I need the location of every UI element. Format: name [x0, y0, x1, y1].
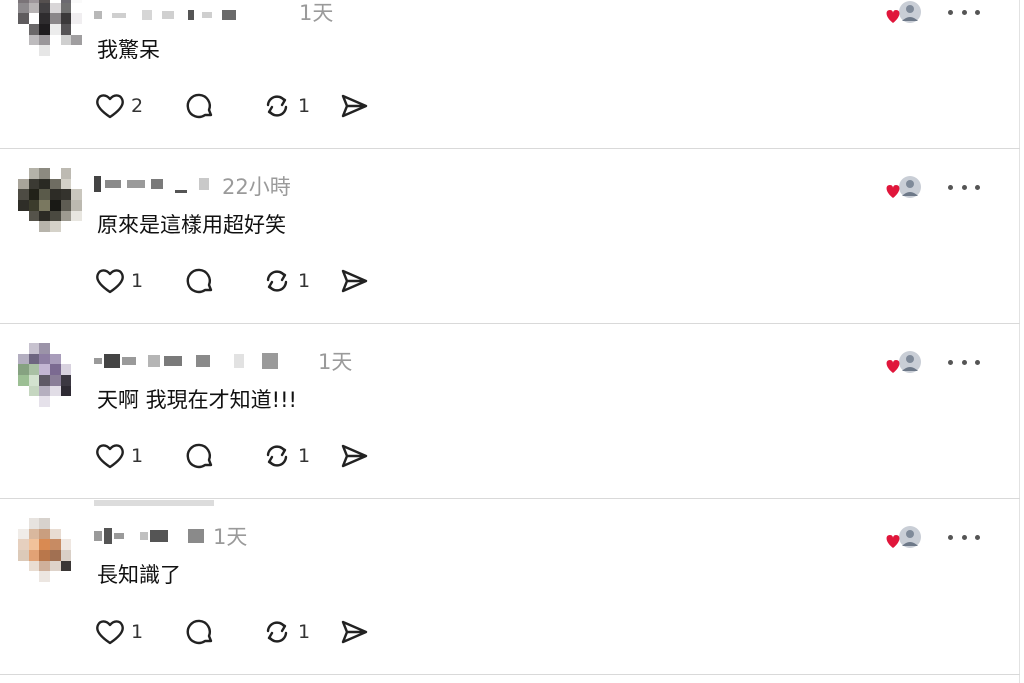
repost-button[interactable]: 1 — [261, 266, 338, 296]
heart-filled-icon — [886, 1, 921, 23]
repost-arrows-icon — [266, 270, 288, 292]
reply-button[interactable] — [184, 617, 261, 647]
speech-bubble-icon — [186, 268, 213, 294]
comment-post: 1天 長知識了 1 1 — [0, 499, 1020, 679]
author-liked-badge — [884, 0, 922, 25]
like-button[interactable]: 1 — [94, 617, 184, 647]
like-button[interactable]: 1 — [94, 266, 184, 296]
username-redacted[interactable] — [94, 173, 209, 195]
more-options-button[interactable] — [948, 529, 980, 545]
like-button[interactable]: 1 — [94, 441, 184, 471]
username-redacted[interactable] — [94, 525, 204, 547]
more-options-button[interactable] — [948, 4, 980, 20]
speech-bubble-icon — [186, 619, 213, 645]
action-bar: 2 1 — [94, 90, 378, 122]
heart-filled-icon — [886, 176, 921, 198]
heart-outline-icon — [96, 444, 124, 469]
comment-post: 22小時 原來是這樣用超好笑 1 1 — [0, 149, 1020, 324]
send-arrow-icon — [341, 620, 368, 644]
like-count: 1 — [131, 621, 144, 643]
reply-button[interactable] — [184, 91, 261, 121]
repost-count: 1 — [298, 621, 311, 643]
like-count: 2 — [131, 95, 144, 117]
speech-bubble-icon — [186, 93, 213, 119]
heart-filled-icon — [886, 351, 921, 373]
repost-button[interactable]: 1 — [261, 441, 338, 471]
comment-feed: 1天 我驚呆 2 1 22小時 原來是這樣用超好笑 1 1 1天 天啊 我現在才… — [0, 0, 1020, 683]
more-dots-icon — [948, 534, 953, 540]
repost-button[interactable]: 1 — [261, 91, 338, 121]
comment-post: 1天 我驚呆 2 1 — [0, 0, 1020, 149]
repost-arrows-icon — [266, 621, 288, 643]
comment-post: 1天 天啊 我現在才知道!!! 1 1 — [0, 324, 1020, 499]
reply-button[interactable] — [184, 266, 261, 296]
avatar[interactable] — [18, 518, 82, 582]
timestamp: 1天 — [213, 525, 248, 549]
more-dots-icon — [948, 359, 953, 365]
send-arrow-icon — [341, 269, 368, 293]
repost-count: 1 — [298, 445, 311, 467]
author-liked-badge — [884, 174, 922, 200]
timestamp: 1天 — [318, 350, 353, 374]
share-button[interactable] — [338, 617, 378, 647]
action-bar: 1 1 — [94, 616, 378, 648]
action-bar: 1 1 — [94, 440, 378, 472]
action-bar: 1 1 — [94, 265, 378, 297]
heart-outline-icon — [96, 620, 124, 645]
like-button[interactable]: 2 — [94, 91, 184, 121]
more-dots-icon — [948, 184, 953, 190]
like-count: 1 — [131, 445, 144, 467]
heart-outline-icon — [96, 94, 124, 119]
repost-count: 1 — [298, 95, 311, 117]
repost-count: 1 — [298, 270, 311, 292]
repost-button[interactable]: 1 — [261, 617, 338, 647]
heart-outline-icon — [96, 269, 124, 294]
avatar[interactable] — [18, 168, 82, 232]
heart-filled-icon — [886, 526, 921, 548]
username-redacted[interactable] — [94, 4, 236, 26]
more-options-button[interactable] — [948, 354, 980, 370]
post-divider — [0, 674, 1020, 675]
avatar[interactable] — [18, 0, 82, 56]
more-options-button[interactable] — [948, 179, 980, 195]
timestamp: 22小時 — [222, 175, 291, 199]
author-liked-badge — [884, 349, 922, 375]
timestamp: 1天 — [299, 1, 334, 25]
comment-text: 原來是這樣用超好笑 — [97, 213, 286, 237]
username-redacted[interactable] — [94, 350, 278, 372]
share-button[interactable] — [338, 91, 378, 121]
repost-arrows-icon — [266, 445, 288, 467]
comment-text: 我驚呆 — [97, 38, 160, 62]
share-button[interactable] — [338, 441, 378, 471]
reply-button[interactable] — [184, 441, 261, 471]
comment-text: 長知識了 — [97, 563, 181, 587]
repost-arrows-icon — [266, 95, 288, 117]
share-button[interactable] — [338, 266, 378, 296]
avatar[interactable] — [18, 343, 82, 407]
comment-text: 天啊 我現在才知道!!! — [97, 388, 297, 412]
send-arrow-icon — [341, 444, 368, 468]
like-count: 1 — [131, 270, 144, 292]
speech-bubble-icon — [186, 443, 213, 469]
author-liked-badge — [884, 524, 922, 550]
more-dots-icon — [948, 9, 953, 15]
send-arrow-icon — [341, 94, 368, 118]
